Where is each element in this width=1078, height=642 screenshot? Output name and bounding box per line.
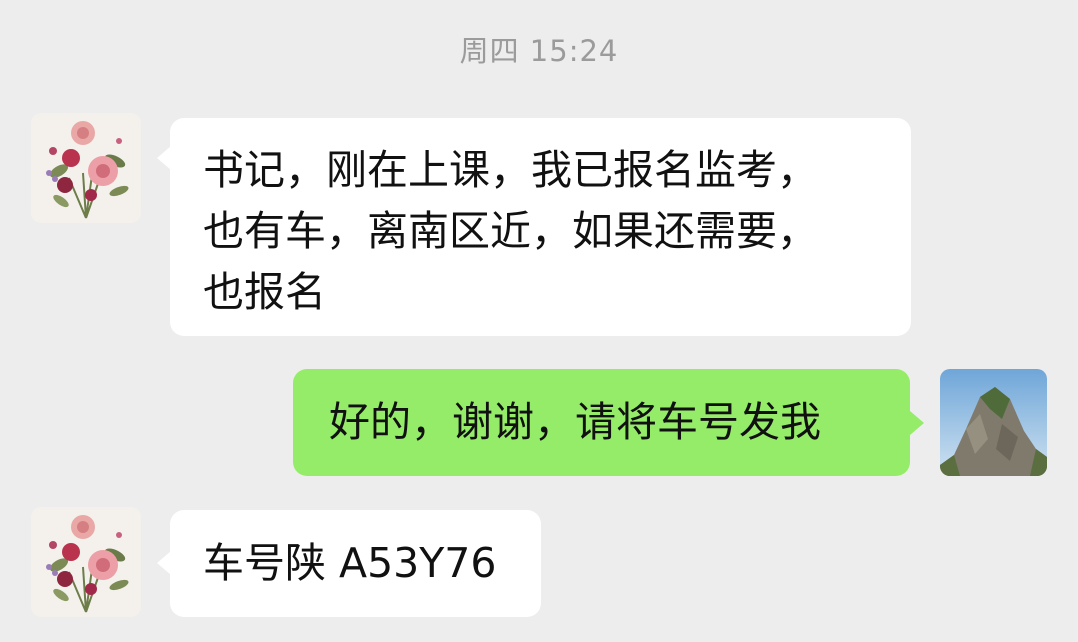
mountain-peak-icon — [940, 369, 1047, 476]
bubble-tail — [157, 551, 171, 575]
flower-bouquet-icon — [31, 507, 141, 617]
chat-window: 周四 15:24 书记，刚在上课，我已报名监考， 也有车，离南区近，如果还需要，… — [0, 0, 1078, 642]
message-text: 车号陕 A53Y76 — [203, 539, 497, 587]
message-text: 好的，谢谢，请将车号发我 — [329, 398, 821, 446]
bubble-tail — [157, 146, 171, 170]
message-bubble-outgoing[interactable]: 好的，谢谢，请将车号发我 — [293, 369, 910, 476]
self-avatar[interactable] — [940, 369, 1047, 476]
flower-bouquet-icon — [31, 113, 141, 223]
message-bubble-incoming[interactable]: 书记，刚在上课，我已报名监考， 也有车，离南区近，如果还需要， 也报名 — [170, 118, 911, 336]
message-bubble-incoming[interactable]: 车号陕 A53Y76 — [170, 510, 541, 617]
contact-avatar[interactable] — [31, 507, 141, 617]
message-text: 书记，刚在上课，我已报名监考， 也有车，离南区近，如果还需要， 也报名 — [203, 146, 818, 316]
message-timestamp: 周四 15:24 — [459, 34, 619, 68]
contact-avatar[interactable] — [31, 113, 141, 223]
bubble-tail — [910, 411, 924, 435]
